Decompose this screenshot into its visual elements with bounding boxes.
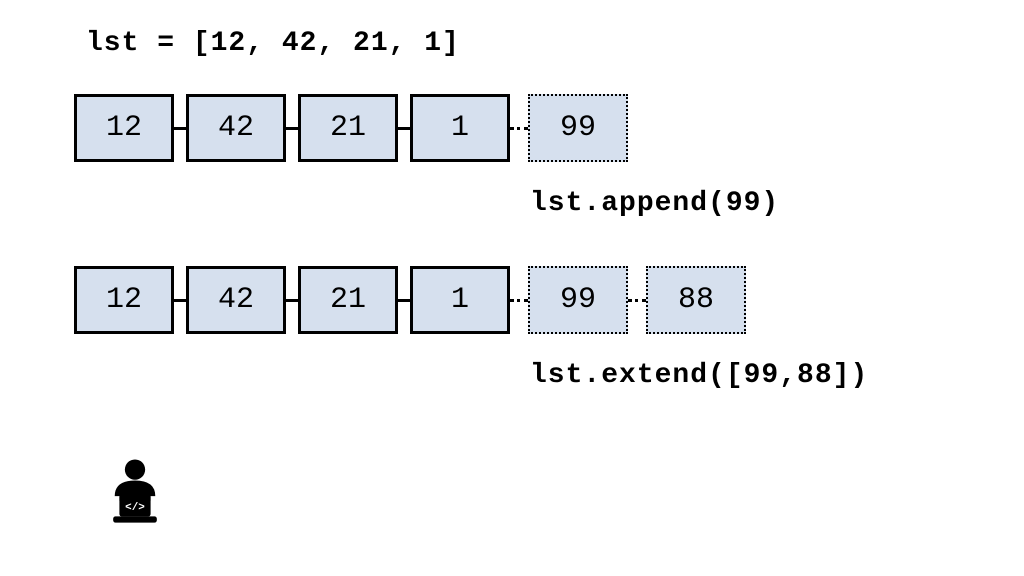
connector [286,299,298,302]
connector [398,299,410,302]
connector-dotted [510,127,528,130]
list-box-appended: 99 [528,94,628,162]
list-box: 1 [410,266,510,334]
list-box: 12 [74,94,174,162]
connector-dotted [628,299,646,302]
code-append: lst.append(99) [530,188,779,219]
connector-dotted [510,299,528,302]
list-box: 1 [410,94,510,162]
connector [286,127,298,130]
code-assignment: lst = [12, 42, 21, 1] [86,28,460,59]
list-box-extended: 88 [646,266,746,334]
coder-icon: </> [96,454,174,537]
connector [174,299,186,302]
connector [398,127,410,130]
code-extend: lst.extend([99,88]) [530,360,868,391]
list-box: 42 [186,94,286,162]
list-box: 42 [186,266,286,334]
list-box: 12 [74,266,174,334]
svg-text:</>: </> [125,502,145,514]
list-row-append: 12 42 21 1 99 [74,94,628,162]
list-box: 21 [298,266,398,334]
list-row-extend: 12 42 21 1 99 88 [74,266,746,334]
list-box: 21 [298,94,398,162]
list-box-extended: 99 [528,266,628,334]
connector [174,127,186,130]
